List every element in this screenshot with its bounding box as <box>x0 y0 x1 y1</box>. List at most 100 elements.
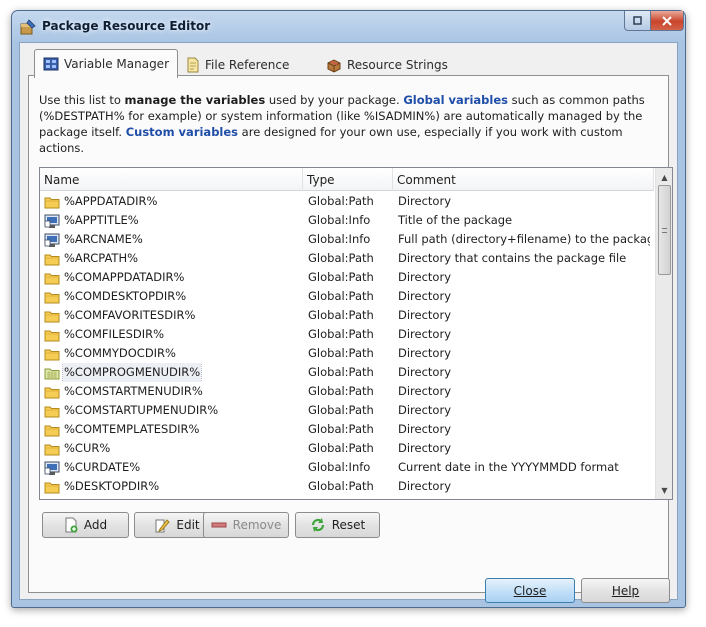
title-bar[interactable]: Package Resource Editor <box>12 11 685 42</box>
reset-label: Reset <box>331 518 366 532</box>
reset-button[interactable]: Reset <box>295 512 380 538</box>
description-part: Use this list to <box>39 93 125 107</box>
resource-strings-icon <box>327 59 341 73</box>
grip-icon <box>662 227 667 233</box>
scroll-down-arrow-icon[interactable]: ▼ <box>658 483 671 497</box>
variable-name: %COMDESKTOPDIR% <box>64 289 187 303</box>
folder-icon <box>44 404 60 418</box>
table-row[interactable]: %COMPROGMENUDIR% Global:Path Directory <box>40 363 654 382</box>
table-row[interactable]: %DESKTOPDIR% Global:Path Directory <box>40 477 654 496</box>
cell-name: %COMSTARTUPMENUDIR% <box>44 401 304 420</box>
cell-type: Global:Path <box>308 194 374 208</box>
tab-variable-manager[interactable]: Variable Manager <box>34 49 178 78</box>
file-reference-icon <box>187 57 199 73</box>
table-row[interactable]: %COMTEMPLATESDIR% Global:Path Directory <box>40 420 654 439</box>
column-header-comment[interactable]: Comment <box>393 168 654 191</box>
variable-name: %COMFILESDIR% <box>64 327 165 341</box>
variables-list[interactable]: Name Type Comment %APPDATADIR% Global:Pat… <box>39 167 673 500</box>
folder-icon <box>44 480 60 494</box>
cell-type: Global:Path <box>308 441 374 455</box>
variable-name: %COMAPPDATADIR% <box>64 270 185 284</box>
scrollbar-thumb[interactable] <box>658 185 671 275</box>
table-row[interactable]: %APPTITLE% Global:Info Title of the packag… <box>40 211 654 230</box>
remove-button[interactable]: Remove <box>203 512 289 538</box>
variable-manager-icon <box>43 57 59 71</box>
variable-name: %DESKTOPDIR% <box>64 479 160 493</box>
reset-icon <box>311 518 324 532</box>
close-icon <box>662 15 672 26</box>
folder-icon <box>44 195 60 209</box>
global-variables-highlight: Global variables <box>403 93 508 107</box>
info-icon <box>44 213 60 229</box>
cell-type: Global:Path <box>308 384 374 398</box>
scroll-up-arrow-icon[interactable]: ▲ <box>658 170 671 184</box>
column-header-name[interactable]: Name <box>40 168 303 191</box>
table-row[interactable]: %CUR% Global:Path Directory <box>40 439 654 458</box>
variable-name: %ARCPATH% <box>64 251 139 265</box>
tab-file-reference[interactable]: File Reference <box>178 53 297 77</box>
cell-comment: Current date in the YYYYMMDD format <box>398 460 619 474</box>
cell-comment: Directory <box>398 441 452 455</box>
table-row[interactable]: %APPDATADIR% Global:Path Directory <box>40 192 654 211</box>
cell-comment: Directory <box>398 194 452 208</box>
cell-name: %ARCNAME% <box>44 230 304 249</box>
cell-type: Global:Info <box>308 213 371 227</box>
dialog-client-area: Variable Manager File Reference Resource… <box>19 42 678 603</box>
cell-comment: Directory <box>398 479 452 493</box>
tab-label: Resource Strings <box>347 58 448 72</box>
variable-name: %COMPROGMENUDIR% <box>61 363 203 382</box>
cell-name: %CUR% <box>44 439 304 458</box>
cell-name: %COMSTARTMENUDIR% <box>44 382 304 401</box>
table-row[interactable]: %COMAPPDATADIR% Global:Path Directory <box>40 268 654 287</box>
remove-icon <box>211 522 227 528</box>
column-header-type[interactable]: Type <box>303 168 393 191</box>
cell-comment: Directory <box>398 289 452 303</box>
table-row[interactable]: %CURDATE% Global:Info Current date in the … <box>40 458 654 477</box>
cell-comment: Directory <box>398 403 452 417</box>
close-label: Close <box>513 583 547 598</box>
table-row[interactable]: %COMSTARTUPMENUDIR% Global:Path Directory <box>40 401 654 420</box>
description-bold: manage the variables <box>124 93 266 107</box>
add-button[interactable]: Add <box>42 512 129 538</box>
folder-icon <box>44 442 60 456</box>
table-row[interactable]: %ARCNAME% Global:Info Full path (directory… <box>40 230 654 249</box>
help-label: Help <box>611 583 640 598</box>
custom-variables-highlight: Custom variables <box>125 125 239 139</box>
remove-label: Remove <box>232 518 282 532</box>
cell-name: %COMMYDOCDIR% <box>44 344 304 363</box>
cell-type: Global:Path <box>308 308 374 322</box>
cell-name: %APPTITLE% <box>44 211 304 230</box>
edit-label: Edit <box>176 518 200 532</box>
app-icon <box>20 19 36 35</box>
table-row[interactable]: %COMDESKTOPDIR% Global:Path Directory <box>40 287 654 306</box>
close-window-button[interactable] <box>650 11 684 31</box>
cell-name: %COMPROGMENUDIR% <box>44 363 304 382</box>
folder-icon <box>44 385 60 399</box>
cell-name: %COMFAVORITESDIR% <box>44 306 304 325</box>
table-row[interactable]: %ARCPATH% Global:Path Directory that conta… <box>40 249 654 268</box>
cell-type: Global:Path <box>308 251 374 265</box>
variable-name: %ARCNAME% <box>64 232 143 246</box>
variable-name: %COMTEMPLATESDIR% <box>64 422 200 436</box>
cell-name: %ARCPATH% <box>44 249 304 268</box>
restore-icon <box>633 16 642 25</box>
tab-label: File Reference <box>205 58 290 72</box>
table-row[interactable]: %COMFILESDIR% Global:Path Directory <box>40 325 654 344</box>
cell-type: Global:Path <box>308 479 374 493</box>
close-button[interactable]: Close <box>485 578 575 603</box>
help-button[interactable]: Help <box>581 578 670 603</box>
list-scrollbar[interactable]: ▲ ▼ <box>655 168 672 499</box>
folder-icon <box>44 309 60 323</box>
table-row[interactable]: %COMSTARTMENUDIR% Global:Path Directory <box>40 382 654 401</box>
cell-type: Global:Info <box>308 460 371 474</box>
restore-button[interactable] <box>624 11 651 31</box>
tab-resource-strings[interactable]: Resource Strings <box>318 53 456 77</box>
list-header: Name Type Comment <box>40 168 654 191</box>
table-row[interactable]: %COMMYDOCDIR% Global:Path Directory <box>40 344 654 363</box>
package-resource-editor-window: Package Resource Editor Variable Manager <box>11 10 686 608</box>
folder-icon <box>44 290 60 304</box>
table-row[interactable]: %COMFAVORITESDIR% Global:Path Directory <box>40 306 654 325</box>
cell-name: %COMDESKTOPDIR% <box>44 287 304 306</box>
edit-icon <box>155 519 171 533</box>
variable-name: %CURDATE% <box>64 460 141 474</box>
